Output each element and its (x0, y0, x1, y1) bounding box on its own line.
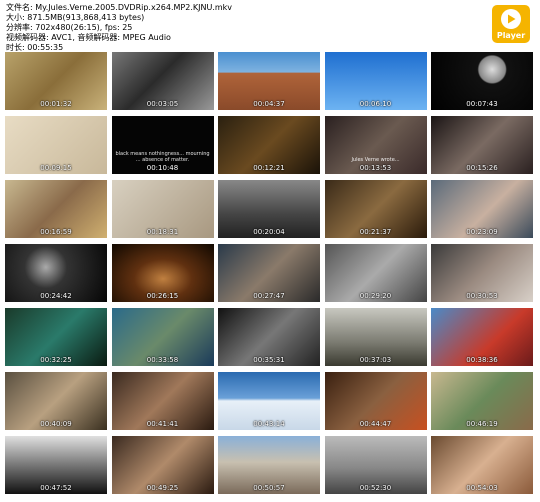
thumbnail-timestamp: 00:10:48 (146, 164, 179, 172)
thumbnail-timestamp: 00:50:57 (253, 484, 285, 492)
thumbnail-timestamp: 00:47:52 (40, 484, 72, 492)
video-thumbnail[interactable]: 00:50:57 (218, 436, 320, 494)
video-thumbnail[interactable]: 00:09:15 (5, 116, 107, 174)
video-thumbnail[interactable]: 00:07:43 (431, 52, 533, 110)
play-icon (501, 9, 521, 29)
video-thumbnail[interactable]: 00:04:37 (218, 52, 320, 110)
thumbnail-timestamp: 00:15:26 (466, 164, 498, 172)
player-button[interactable]: Player (492, 5, 530, 43)
video-thumbnail[interactable]: 00:41:41 (111, 372, 214, 430)
thumbnail-timestamp: 00:40:09 (40, 420, 72, 428)
video-thumbnail[interactable]: 00:37:03 (324, 308, 427, 366)
thumbnail-timestamp: 00:27:47 (253, 292, 285, 300)
thumbnail-timestamp: 00:41:41 (146, 420, 179, 428)
thumbnail-timestamp: 00:12:21 (253, 164, 285, 172)
video-thumbnail[interactable]: 00:18:31 (111, 180, 214, 238)
video-thumbnail[interactable]: 00:46:19 (431, 372, 533, 430)
subtitle-caption: black means nothingness... mourning ... … (115, 151, 210, 163)
video-thumbnail[interactable]: 00:52:30 (324, 436, 427, 494)
thumbnail-timestamp: 00:37:03 (359, 356, 392, 364)
thumbnail-timestamp: 00:30:53 (466, 292, 498, 300)
video-thumbnail[interactable]: 00:01:32 (5, 52, 107, 110)
video-thumbnail[interactable]: 00:03:05 (111, 52, 214, 110)
video-thumbnail[interactable]: 00:23:09 (431, 180, 533, 238)
player-label: Player (496, 31, 526, 40)
thumbnail-timestamp: 00:09:15 (40, 164, 72, 172)
thumbnail-timestamp: 00:23:09 (466, 228, 498, 236)
thumbnail-timestamp: 00:01:32 (40, 100, 72, 108)
thumbnail-timestamp: 00:52:30 (359, 484, 392, 492)
thumbnail-timestamp: 00:20:04 (253, 228, 285, 236)
thumbnail-timestamp: 00:43:14 (253, 420, 285, 428)
video-thumbnail[interactable]: 00:54:03 (431, 436, 533, 494)
video-thumbnail[interactable]: 00:30:53 (431, 244, 533, 302)
thumbnail-timestamp: 00:26:15 (146, 292, 179, 300)
video-thumbnail[interactable]: 00:21:37 (324, 180, 427, 238)
video-thumbnail[interactable]: 00:38:36 (431, 308, 533, 366)
video-thumbnail[interactable]: 00:20:04 (218, 180, 320, 238)
thumbnail-timestamp: 00:46:19 (466, 420, 498, 428)
thumbnail-timestamp: 00:21:37 (359, 228, 392, 236)
video-thumbnail[interactable]: 00:15:26 (431, 116, 533, 174)
video-thumbnail[interactable]: 00:32:25 (5, 308, 107, 366)
video-thumbnail[interactable]: black means nothingness... mourning ... … (111, 116, 214, 174)
file-info-panel: 文件名: My.Jules.Verne.2005.DVDRip.x264.MP2… (6, 3, 232, 53)
thumbnail-timestamp: 00:44:47 (359, 420, 392, 428)
video-thumbnail[interactable]: 00:40:09 (5, 372, 107, 430)
codec-line: 视频解码器: AVC1, 音频解码器: MPEG Audio (6, 33, 171, 42)
thumbnail-timestamp: 00:04:37 (253, 100, 285, 108)
video-thumbnail[interactable]: 00:29:20 (324, 244, 427, 302)
video-thumbnail[interactable]: 00:49:25 (111, 436, 214, 494)
video-thumbnail[interactable]: 00:44:47 (324, 372, 427, 430)
video-thumbnail[interactable]: 00:06:10 (324, 52, 427, 110)
thumbnail-timestamp: 00:33:58 (146, 356, 179, 364)
thumbnail-timestamp: 00:32:25 (40, 356, 72, 364)
video-thumbnail[interactable]: Jules Verne wrote... 00:13:53 (324, 116, 427, 174)
file-name-line: 文件名: My.Jules.Verne.2005.DVDRip.x264.MP2… (6, 3, 233, 12)
thumbnail-timestamp: 00:06:10 (359, 100, 392, 108)
thumbnail-timestamp: 00:49:25 (146, 484, 179, 492)
video-thumbnail[interactable]: 00:16:59 (5, 180, 107, 238)
video-thumbnail[interactable]: 00:35:31 (218, 308, 320, 366)
resolution-line: 分辨率: 702x480(26:15), fps: 25 (6, 23, 133, 32)
thumbnail-grid: 00:01:32 00:03:05 00:04:37 00:06:10 00:07:43… (5, 52, 535, 500)
thumbnail-timestamp: 00:54:03 (466, 484, 498, 492)
thumbnail-timestamp: 00:13:53 (359, 164, 392, 172)
video-thumbnail[interactable]: 00:47:52 (5, 436, 107, 494)
video-thumbnail[interactable]: 00:43:14 (218, 372, 320, 430)
thumbnail-timestamp: 00:24:42 (40, 292, 72, 300)
subtitle-caption: Jules Verne wrote... (351, 157, 400, 163)
video-thumbnail[interactable]: 00:33:58 (111, 308, 214, 366)
thumbnail-timestamp: 00:35:31 (253, 356, 285, 364)
thumbnail-timestamp: 00:29:20 (359, 292, 392, 300)
thumbnail-timestamp: 00:16:59 (40, 228, 72, 236)
video-thumbnail[interactable]: 00:12:21 (218, 116, 320, 174)
thumbnail-timestamp: 00:18:31 (146, 228, 179, 236)
video-thumbnail[interactable]: 00:27:47 (218, 244, 320, 302)
video-thumbnail[interactable]: 00:26:15 (111, 244, 214, 302)
file-size-line: 大小: 871.5MB(913,868,413 bytes) (6, 13, 145, 22)
thumbnail-timestamp: 00:03:05 (146, 100, 179, 108)
video-thumbnail[interactable]: 00:24:42 (5, 244, 107, 302)
thumbnail-timestamp: 00:38:36 (466, 356, 498, 364)
thumbnail-timestamp: 00:07:43 (466, 100, 498, 108)
